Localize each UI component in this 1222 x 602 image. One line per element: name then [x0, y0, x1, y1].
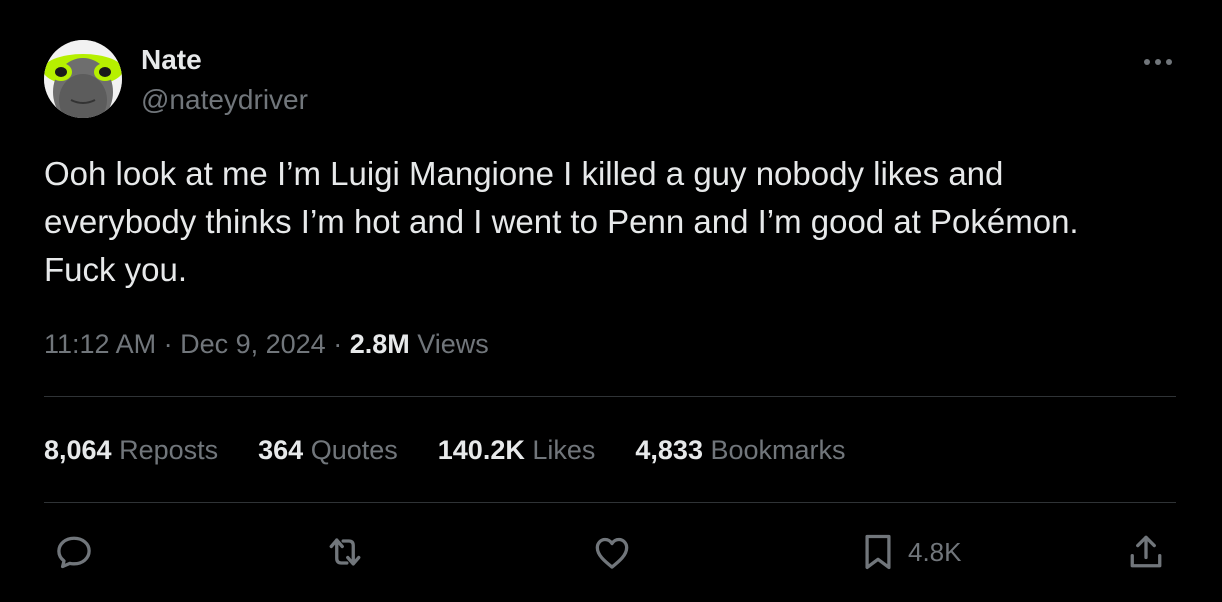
- repost-button[interactable]: [322, 524, 368, 580]
- bookmarks-label: Bookmarks: [702, 435, 846, 465]
- quotes-count: 364: [258, 435, 304, 465]
- reposts-count: 8,064: [44, 435, 112, 465]
- more-options-button[interactable]: [1136, 44, 1180, 80]
- repost-icon: [329, 538, 361, 566]
- views-label: Views: [409, 329, 489, 359]
- meta-separator: ·: [325, 329, 350, 359]
- bookmarks-count: 4,833: [635, 435, 703, 465]
- share-button[interactable]: [1124, 524, 1168, 580]
- tweet-detail: Nate @nateydriver Ooh look at me I’m Lui…: [0, 0, 1222, 602]
- views-count: 2.8M: [349, 329, 410, 359]
- tweet-metadata: 11:12 AM · Dec 9, 2024 · 2.8M Views: [44, 326, 489, 362]
- divider: [44, 502, 1176, 503]
- likes-stat[interactable]: 140.2K Likes: [438, 432, 596, 468]
- meta-separator: ·: [156, 329, 181, 359]
- reposts-stat[interactable]: 8,064 Reposts: [44, 432, 218, 468]
- action-bar: 4.8K: [0, 524, 1222, 580]
- tweet-date[interactable]: Dec 9, 2024: [180, 329, 326, 359]
- reposts-label: Reposts: [111, 435, 219, 465]
- avatar[interactable]: [44, 40, 122, 118]
- heart-icon: [595, 537, 629, 569]
- reply-button[interactable]: [52, 524, 96, 580]
- tweet-time[interactable]: 11:12 AM: [44, 329, 156, 359]
- divider: [44, 396, 1176, 397]
- share-icon: [1130, 535, 1162, 568]
- like-button[interactable]: [590, 524, 634, 580]
- bookmark-icon: [865, 534, 891, 570]
- reply-icon: [57, 536, 91, 569]
- bookmarks-stat[interactable]: 4,833 Bookmarks: [635, 432, 845, 468]
- tweet-text: Ooh look at me I’m Luigi Mangione I kill…: [44, 155, 1079, 288]
- quotes-label: Quotes: [303, 435, 398, 465]
- avatar-image: [44, 40, 122, 118]
- bookmark-count: 4.8K: [908, 536, 962, 567]
- bookmark-button[interactable]: 4.8K: [858, 524, 962, 580]
- quotes-stat[interactable]: 364 Quotes: [258, 432, 398, 468]
- author-handle[interactable]: @nateydriver: [141, 84, 308, 116]
- more-horizontal-icon: [1144, 59, 1172, 65]
- likes-label: Likes: [524, 435, 596, 465]
- likes-count: 140.2K: [437, 435, 525, 465]
- author-display-name[interactable]: Nate: [141, 44, 202, 76]
- engagement-stats: 8,064 Reposts 364 Quotes 140.2K Likes 4,…: [44, 432, 886, 468]
